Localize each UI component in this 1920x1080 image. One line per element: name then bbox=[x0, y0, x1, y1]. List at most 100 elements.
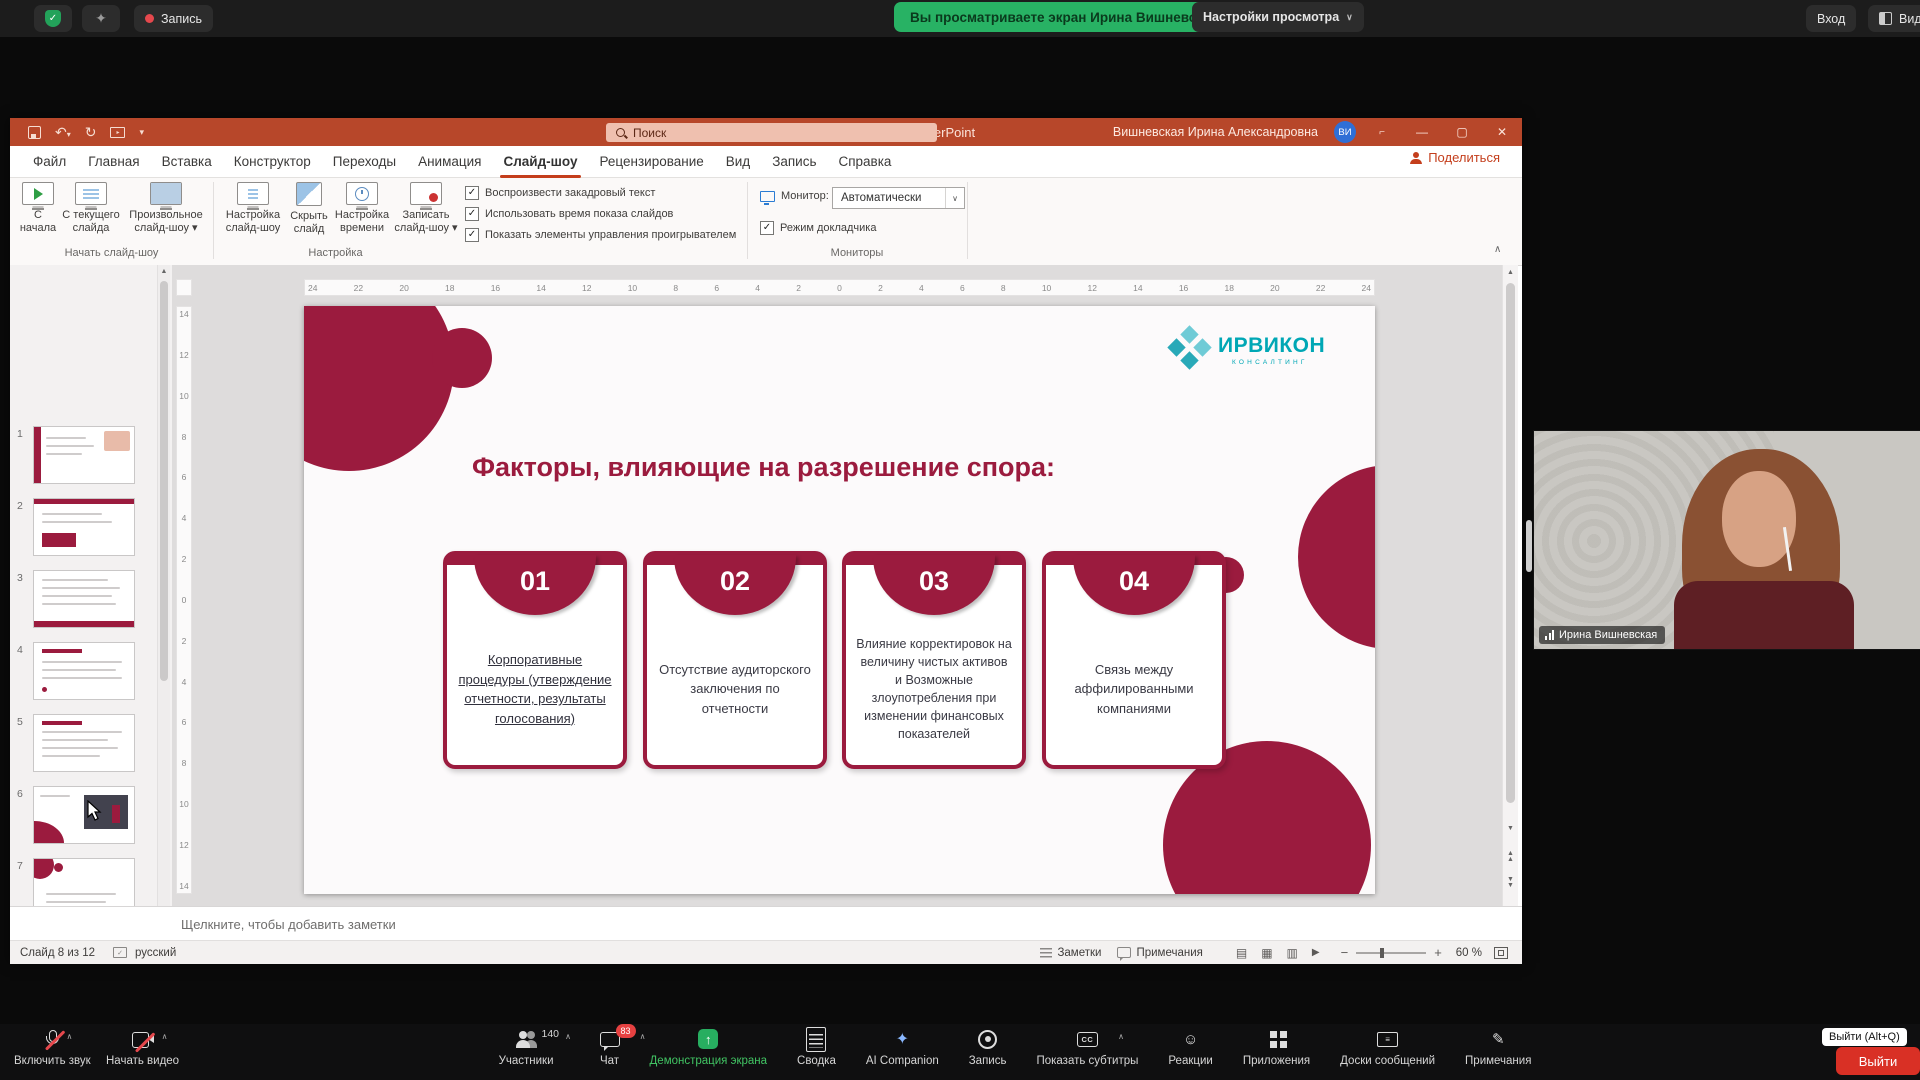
notes-toggle[interactable]: Заметки bbox=[1040, 947, 1101, 959]
slideshow-view-icon[interactable]: ▶ bbox=[1312, 947, 1320, 958]
redo-icon[interactable]: ↻ bbox=[85, 125, 97, 139]
search-input[interactable]: Поиск bbox=[606, 123, 937, 142]
slide-thumbnail-1[interactable] bbox=[33, 426, 135, 484]
reactions-button[interactable]: ☺ Реакции bbox=[1168, 1028, 1212, 1067]
participants-chevron-icon[interactable]: ∧ bbox=[565, 1032, 571, 1041]
close-button[interactable]: ✕ bbox=[1482, 118, 1522, 146]
avatar[interactable]: ВИ bbox=[1334, 121, 1356, 143]
tab-design[interactable]: Конструктор bbox=[223, 146, 322, 178]
slide-canvas[interactable]: ИРВИКОН КОНСАЛТИНГ Факторы, влияющие на … bbox=[304, 306, 1375, 894]
reading-view-icon[interactable]: ▥ bbox=[1287, 946, 1298, 960]
minimize-button[interactable]: — bbox=[1402, 118, 1442, 146]
slide-indicator[interactable]: Слайд 8 из 12 bbox=[20, 947, 95, 959]
slide-thumbnail-4[interactable] bbox=[33, 642, 135, 700]
slide-thumbnail-2[interactable] bbox=[33, 498, 135, 556]
tab-animations[interactable]: Анимация bbox=[407, 146, 492, 178]
mic-options-chevron-icon[interactable]: ∧ bbox=[66, 1032, 72, 1041]
factor-card-3[interactable]: 03 Влияние корректировок на величину чис… bbox=[842, 551, 1026, 769]
scroll-down-icon[interactable]: ▼ bbox=[1503, 825, 1518, 832]
captions-button[interactable]: CC ∧ Показать субтитры bbox=[1036, 1028, 1138, 1067]
next-slide-button[interactable]: ▼▼ bbox=[1503, 877, 1518, 890]
tab-record[interactable]: Запись bbox=[761, 146, 827, 178]
ai-sparkle-button[interactable]: ✦ bbox=[82, 5, 120, 32]
tab-review[interactable]: Рецензирование bbox=[589, 146, 715, 178]
checkbox-show-controls[interactable]: ✓ Показать элементы управления проигрыва… bbox=[465, 228, 736, 242]
notes-placeholder[interactable]: Щелкните, чтобы добавить заметки bbox=[181, 917, 396, 932]
record-button[interactable]: Запись bbox=[969, 1028, 1007, 1067]
tab-transitions[interactable]: Переходы bbox=[322, 146, 407, 178]
maximize-button[interactable]: ▢ bbox=[1442, 118, 1482, 146]
slide-sorter-icon[interactable]: ▦ bbox=[1261, 946, 1272, 960]
normal-view-icon[interactable]: ▤ bbox=[1236, 946, 1247, 960]
summary-button[interactable]: Сводка bbox=[797, 1028, 836, 1067]
ribbon-display-options-icon[interactable]: ⌐ bbox=[1362, 118, 1402, 146]
slide-thumbnail-5[interactable] bbox=[33, 714, 135, 772]
scroll-up-icon[interactable]: ▲ bbox=[1503, 269, 1518, 276]
tab-home[interactable]: Главная bbox=[77, 146, 150, 178]
slide-thumbnail-3[interactable] bbox=[33, 570, 135, 628]
share-screen-button[interactable]: ↑ Демонстрация экрана bbox=[650, 1028, 768, 1067]
slideshow-quick-icon[interactable]: ▸ bbox=[110, 127, 125, 138]
comments-toggle[interactable]: Примечания bbox=[1117, 947, 1202, 959]
tab-help[interactable]: Справка bbox=[827, 146, 902, 178]
hide-slide-button[interactable]: Скрытьслайд bbox=[288, 182, 330, 235]
thumbnail-scrollbar[interactable]: ▲ bbox=[157, 265, 170, 940]
factor-card-4[interactable]: 04 Связь между аффилированными компаниям… bbox=[1042, 551, 1226, 769]
zoom-level[interactable]: 60 % bbox=[1456, 947, 1482, 959]
webcam-drag-handle[interactable] bbox=[1526, 520, 1532, 572]
start-video-button[interactable]: ∧ Начать видео bbox=[106, 1028, 179, 1067]
previous-slide-button[interactable]: ▲▲ bbox=[1503, 851, 1518, 864]
view-layout-button[interactable]: Вид bbox=[1868, 5, 1920, 32]
undo-icon[interactable]: ↶▾ bbox=[55, 125, 71, 139]
rehearse-timings-button[interactable]: Настройкавремени bbox=[334, 182, 390, 234]
monitor-dropdown[interactable]: Автоматически ∨ bbox=[832, 187, 965, 209]
participants-button[interactable]: 140 ∧ Участники bbox=[499, 1028, 554, 1067]
account-name[interactable]: Вишневская Ирина Александровна bbox=[1113, 118, 1318, 146]
security-button[interactable]: ✓ bbox=[34, 5, 72, 32]
scroll-up-icon[interactable]: ▲ bbox=[158, 268, 170, 275]
apps-button[interactable]: Приложения bbox=[1243, 1028, 1310, 1067]
chat-chevron-icon[interactable]: ∧ bbox=[640, 1032, 646, 1041]
tab-view[interactable]: Вид bbox=[715, 146, 761, 178]
customize-qat-icon[interactable]: ▾ bbox=[139, 128, 144, 137]
record-slideshow-button[interactable]: Записатьслайд-шоу ▾ bbox=[394, 182, 458, 234]
factor-card-1[interactable]: 01 Корпоративные процедуры (утверждение … bbox=[443, 551, 627, 769]
chat-button[interactable]: 83 ∧ Чат bbox=[600, 1028, 620, 1067]
checkbox-use-timings[interactable]: ✓ Использовать время показа слайдов bbox=[465, 207, 673, 221]
factor-card-2[interactable]: 02 Отсутствие аудиторского заключения по… bbox=[643, 551, 827, 769]
save-icon[interactable] bbox=[28, 126, 41, 139]
ai-companion-button[interactable]: ✦ AI Companion bbox=[866, 1028, 939, 1067]
webcam-video[interactable]: Ирина Вишневская bbox=[1534, 431, 1920, 649]
share-button[interactable]: Поделиться bbox=[1410, 150, 1500, 165]
language-indicator[interactable]: русский bbox=[135, 947, 176, 959]
zoom-in-icon[interactable]: + bbox=[1434, 945, 1442, 960]
unmute-button[interactable]: ∧ Включить звук bbox=[14, 1028, 91, 1067]
proofing-icon[interactable]: ✓ bbox=[113, 947, 127, 958]
sign-in-button[interactable]: Вход bbox=[1806, 5, 1856, 32]
collapse-ribbon-icon[interactable]: ∧ bbox=[1494, 244, 1501, 255]
zoom-out-icon[interactable]: − bbox=[1341, 945, 1349, 960]
view-settings-button[interactable]: Настройки просмотра ∨ bbox=[1192, 2, 1364, 32]
notes-pane[interactable]: Щелкните, чтобы добавить заметки bbox=[10, 906, 1522, 941]
zoom-slider-knob[interactable] bbox=[1380, 948, 1384, 958]
fit-to-window-icon[interactable] bbox=[1494, 947, 1508, 959]
zoom-slider[interactable] bbox=[1356, 952, 1426, 954]
from-start-button[interactable]: Сначала bbox=[16, 182, 60, 234]
slide-thumbnail-6[interactable] bbox=[33, 786, 135, 844]
scrollbar-thumb[interactable] bbox=[160, 281, 168, 681]
custom-slideshow-button[interactable]: Произвольноеслайд-шоу ▾ bbox=[124, 182, 208, 234]
tab-insert[interactable]: Вставка bbox=[151, 146, 223, 178]
from-current-slide-button[interactable]: С текущегослайда bbox=[62, 182, 120, 234]
slide-area-scrollbar[interactable]: ▲ ▼ ▲▲ ▼▼ bbox=[1502, 265, 1518, 906]
annotate-button[interactable]: ✎ Примечания bbox=[1465, 1028, 1531, 1067]
captions-chevron-icon[interactable]: ∧ bbox=[1118, 1032, 1124, 1041]
leave-button[interactable]: Выйти bbox=[1836, 1047, 1920, 1075]
recording-indicator[interactable]: Запись bbox=[134, 5, 213, 32]
checkbox-presenter-view[interactable]: ✓ Режим докладчика bbox=[760, 221, 876, 235]
scrollbar-thumb[interactable] bbox=[1506, 283, 1515, 803]
whiteboards-button[interactable]: ≡ Доски сообщений bbox=[1340, 1028, 1435, 1067]
setup-slideshow-button[interactable]: Настройкаслайд-шоу bbox=[222, 182, 284, 234]
slide-title[interactable]: Факторы, влияющие на разрешение спора: bbox=[472, 452, 1112, 483]
tab-file[interactable]: Файл bbox=[22, 146, 77, 178]
checkbox-play-narration[interactable]: ✓ Воспроизвести закадровый текст bbox=[465, 186, 655, 200]
